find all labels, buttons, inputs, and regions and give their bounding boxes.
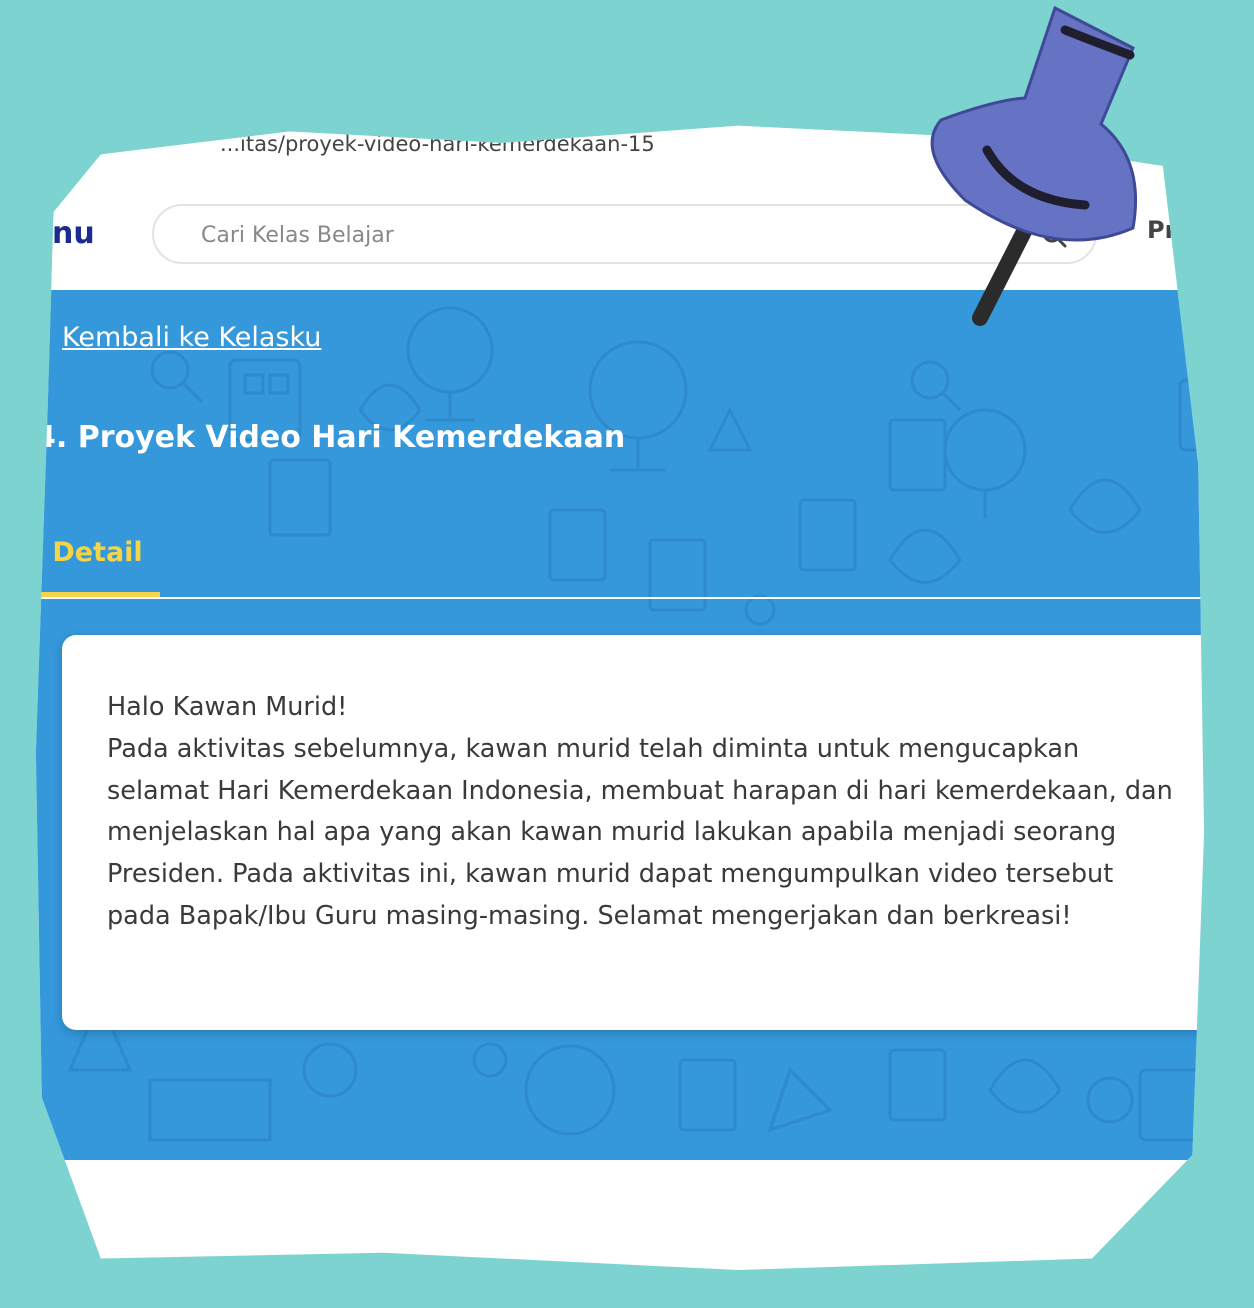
card-greeting: Halo Kawan Murid! — [107, 692, 348, 722]
pushpin-icon — [930, 5, 1138, 326]
chevron-left-icon: ‹ — [36, 320, 48, 355]
url-text: ...itas/proyek-video-hari-kemerdekaan-15 — [220, 132, 655, 156]
screenshot-scrap: ...itas/proyek-video-hari-kemerdekaan-15… — [0, 0, 1254, 1308]
page-title: 4. Proyek Video Hari Kemerdekaan — [35, 420, 626, 455]
tab-bar: Detail — [35, 535, 1205, 599]
back-link-label: Kembali ke Kelasku — [62, 322, 322, 353]
class-hero: ‹ Kembali ke Kelasku 4. Proyek Video Har… — [35, 290, 1205, 1160]
tab-detail[interactable]: Detail — [35, 535, 160, 597]
site-logo[interactable]: nu — [52, 216, 95, 251]
back-to-classes-link[interactable]: ‹ Kembali ke Kelasku — [36, 320, 321, 355]
card-body: Pada aktivitas sebelumnya, kawan murid t… — [107, 733, 1173, 931]
activity-description-card: Halo Kawan Murid! Pada aktivitas sebelum… — [62, 635, 1205, 1030]
search-input[interactable] — [199, 218, 983, 252]
